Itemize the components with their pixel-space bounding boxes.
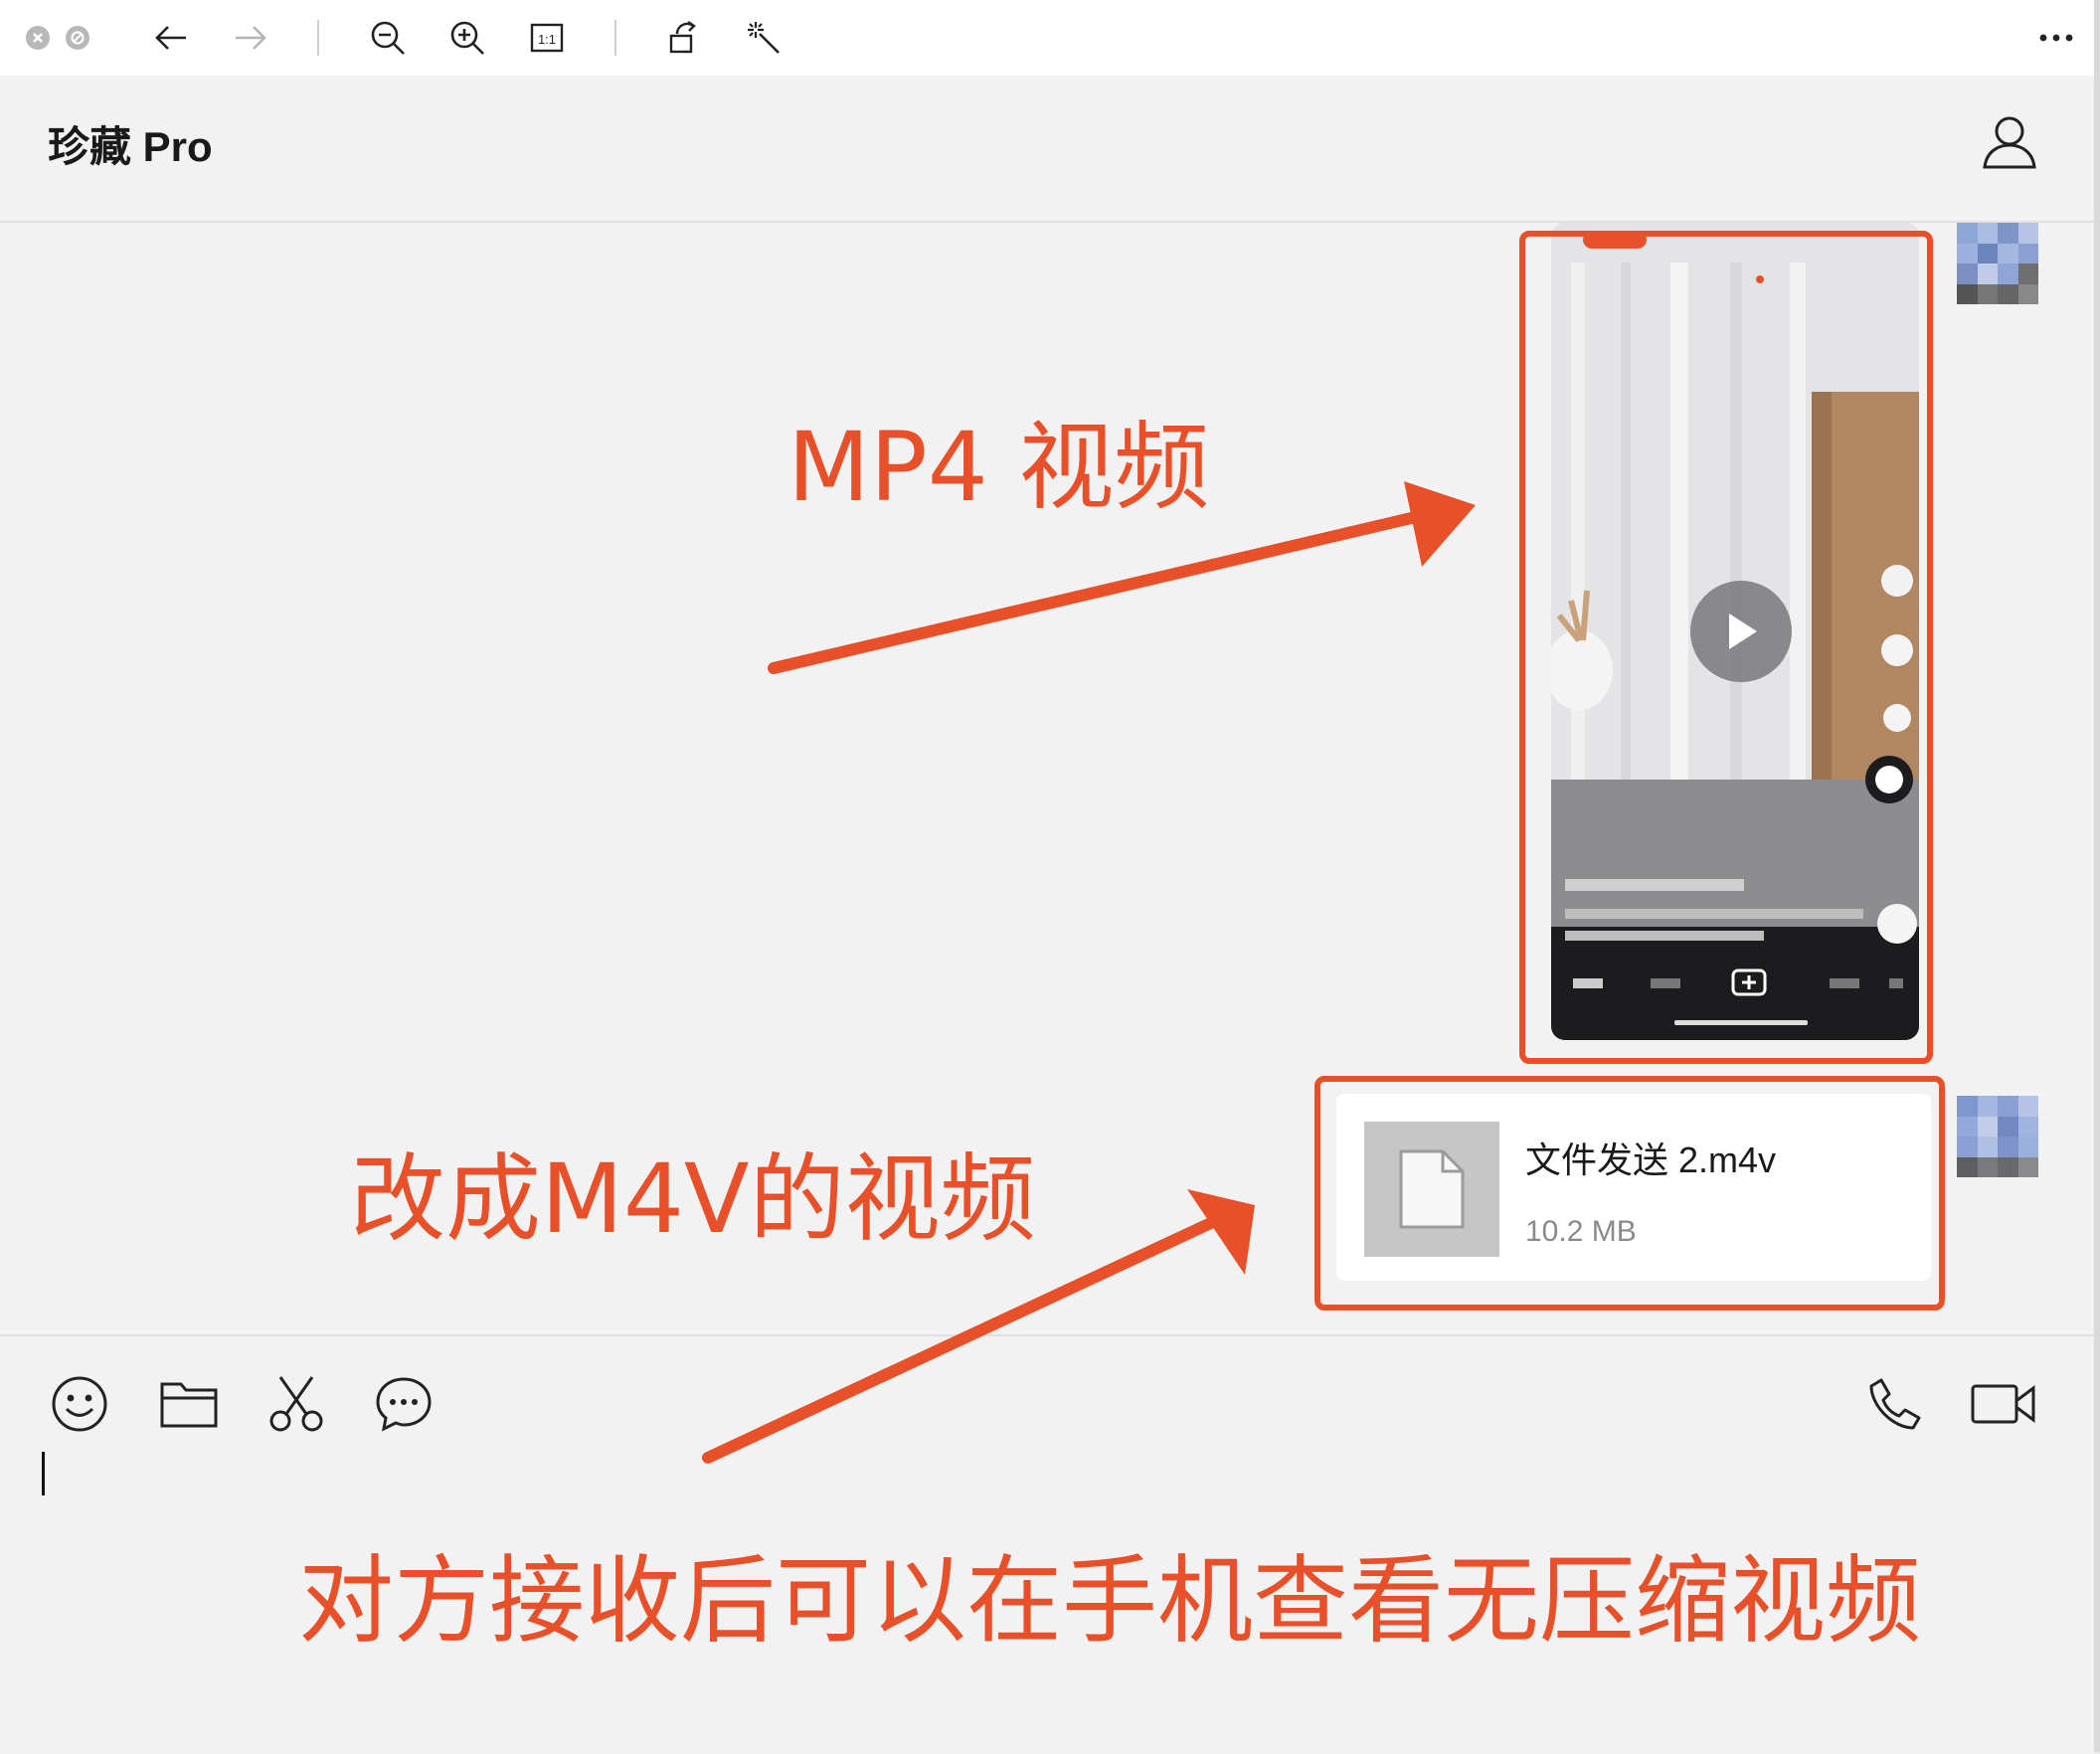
folder-icon[interactable] <box>157 1372 221 1436</box>
toolbar-divider <box>317 20 319 56</box>
message-list: 文件发送 2.m4v 10.2 MB MP4 视频 改成M4V的视频 <box>0 223 2094 1334</box>
avatar[interactable] <box>1957 1096 2038 1177</box>
mp4-annotation-label: MP4 视频 <box>788 412 1210 523</box>
video-highlight-box <box>1519 231 1933 1064</box>
close-icon[interactable] <box>26 26 50 50</box>
scissors-icon[interactable] <box>264 1372 328 1436</box>
rotate-icon[interactable] <box>660 14 708 62</box>
file-highlight-box <box>1314 1076 1945 1311</box>
toolbar-divider <box>614 20 616 56</box>
zoom-out-icon[interactable] <box>364 14 412 62</box>
caption-annotation: 对方接收后可以在手机查看无压缩视频 <box>298 1545 1921 1657</box>
back-arrow-icon[interactable] <box>147 14 195 62</box>
chat-title: 珍藏 Pro <box>48 123 213 170</box>
minimize-icon[interactable] <box>66 26 89 50</box>
video-camera-icon[interactable] <box>1969 1372 2038 1436</box>
magic-wand-icon[interactable] <box>740 14 788 62</box>
m4v-annotation-label: 改成M4V的视频 <box>350 1143 1036 1255</box>
phone-icon[interactable] <box>1863 1372 1927 1436</box>
chat-bubble-icon[interactable] <box>372 1372 436 1436</box>
zoom-in-icon[interactable] <box>443 14 491 62</box>
more-icon[interactable] <box>2032 14 2080 62</box>
emoji-icon[interactable] <box>48 1372 111 1436</box>
text-input-caret[interactable] <box>42 1452 45 1495</box>
actual-size-icon[interactable]: 1:1 <box>523 14 571 62</box>
forward-arrow-icon[interactable] <box>227 14 274 62</box>
actual-size-label: 1:1 <box>538 32 556 47</box>
user-icon[interactable] <box>1979 111 2040 173</box>
viewer-window: 1:1 珍藏 Pro 文件发送 2.m4v 10.2 MB MP4 视频 改成M… <box>0 0 2100 1754</box>
avatar[interactable] <box>1957 223 2038 304</box>
chat-header: 珍藏 Pro <box>0 76 2094 223</box>
viewer-toolbar: 1:1 <box>0 0 2094 77</box>
